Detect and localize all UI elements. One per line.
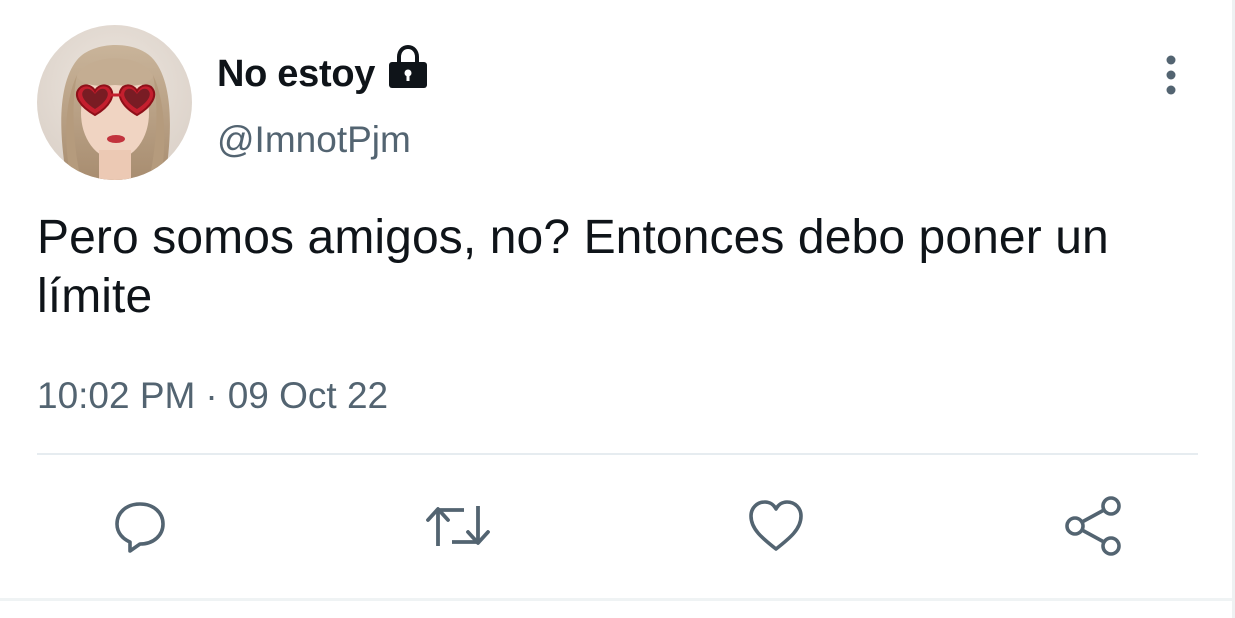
tweet-time: 10:02 PM bbox=[37, 375, 196, 416]
lock-icon bbox=[385, 44, 431, 100]
timestamp[interactable]: 10:02 PM · 09 Oct 22 bbox=[37, 374, 388, 418]
divider bbox=[37, 453, 1198, 455]
tweet-text: Pero somos amigos, no? Entonces debo pon… bbox=[37, 211, 1109, 323]
bottom-divider bbox=[0, 598, 1235, 601]
retweet-button[interactable] bbox=[426, 496, 490, 560]
tweet-card: No estoy @ImnotPjm Pero somos amigos, no… bbox=[0, 0, 1235, 618]
avatar[interactable] bbox=[37, 25, 192, 180]
handle[interactable]: @ImnotPjm bbox=[217, 118, 411, 162]
reply-icon bbox=[110, 496, 170, 561]
share-icon bbox=[1061, 494, 1125, 563]
reply-button[interactable] bbox=[108, 496, 172, 560]
more-vertical-icon[interactable] bbox=[1156, 54, 1186, 98]
like-button[interactable] bbox=[744, 496, 808, 560]
heart-icon bbox=[746, 496, 806, 561]
timestamp-separator: · bbox=[205, 375, 218, 416]
tweet-date: 09 Oct 22 bbox=[227, 375, 389, 416]
display-name[interactable]: No estoy bbox=[217, 44, 431, 100]
display-name-text: No estoy bbox=[217, 53, 376, 95]
share-button[interactable] bbox=[1061, 494, 1125, 563]
retweet-icon bbox=[424, 496, 492, 561]
